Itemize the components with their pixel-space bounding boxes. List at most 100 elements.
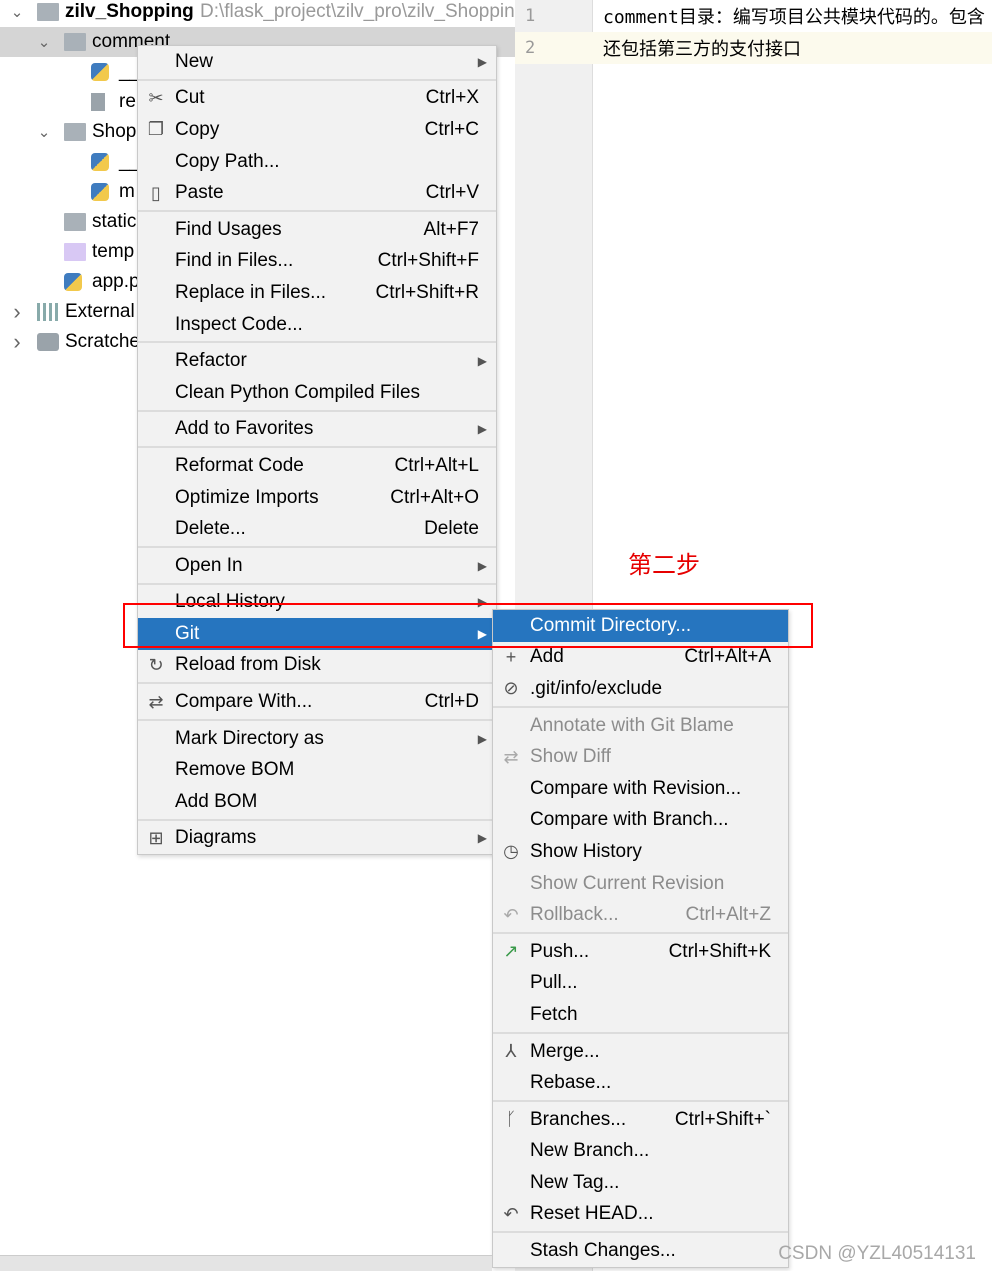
- menu-item-label: Open In: [175, 554, 243, 576]
- menu-item-clean-python-compiled-files[interactable]: Clean Python Compiled Files: [138, 377, 496, 409]
- menu-item-diagrams[interactable]: ⊞ Diagrams ▶: [138, 823, 496, 855]
- menu-item-label: Add to Favorites: [175, 418, 314, 440]
- menu-item-cut[interactable]: ✂ Cut Ctrl+X: [138, 83, 496, 115]
- menu-item-label: Inspect Code...: [175, 313, 303, 335]
- scratches-icon: [37, 333, 59, 351]
- menu-item-label: Show Diff: [530, 746, 611, 768]
- menu-item-label: Reset HEAD...: [530, 1203, 654, 1225]
- menu-item-label: Reformat Code: [175, 454, 304, 476]
- menu-item-reformat-code[interactable]: Reformat Code Ctrl+Alt+L: [138, 450, 496, 482]
- editor-line[interactable]: 2 还包括第三方的支付接口: [515, 32, 992, 64]
- menu-item-find-usages[interactable]: Find Usages Alt+F7: [138, 214, 496, 246]
- reload-icon: ↻: [148, 654, 164, 675]
- package-folder-icon: [64, 33, 86, 51]
- menu-item-stash-changes[interactable]: Stash Changes...: [493, 1235, 788, 1267]
- submenu-arrow-icon: ▶: [477, 558, 487, 573]
- menu-item-optimize-imports[interactable]: Optimize Imports Ctrl+Alt+O: [138, 482, 496, 514]
- menu-item-shortcut: Ctrl+Alt+O: [390, 486, 479, 508]
- menu-item-reset-head[interactable]: ↶ Reset HEAD...: [493, 1199, 788, 1231]
- chevron-right-icon[interactable]: ›: [7, 299, 27, 325]
- python-file-icon: [64, 273, 82, 291]
- menu-item-shortcut: Ctrl+Shift+K: [668, 940, 771, 962]
- menu-item-git-info-exclude[interactable]: ⊘ .git/info/exclude: [493, 673, 788, 705]
- menu-item-label: Delete...: [175, 518, 246, 540]
- chevron-right-icon[interactable]: ›: [7, 329, 27, 355]
- menu-item-label: Find Usages: [175, 218, 282, 240]
- menu-item-label: Cut: [175, 87, 205, 109]
- menu-item-show-history[interactable]: ◷ Show History: [493, 836, 788, 868]
- menu-item-label: Show History: [530, 840, 642, 862]
- chevron-down-icon[interactable]: ⌄: [7, 3, 27, 21]
- menu-item-label: New: [175, 50, 214, 72]
- menu-item-paste[interactable]: ▯ Paste Ctrl+V: [138, 177, 496, 209]
- library-icon: [37, 303, 59, 321]
- line-text[interactable]: 还包括第三方的支付接口: [593, 35, 801, 61]
- submenu-arrow-icon: ▶: [477, 354, 487, 369]
- copy-icon: ❐: [147, 119, 165, 140]
- line-text[interactable]: comment目录：编写项目公共模块代码的。包含: [593, 3, 985, 29]
- tree-item-label: zilv_Shopping: [65, 1, 194, 22]
- tree-item-label: temp: [92, 241, 135, 262]
- ignore-file-icon: ⊘: [503, 678, 519, 699]
- step-annotation: 第二步: [628, 551, 700, 579]
- menu-item-label: Copy: [175, 118, 220, 140]
- menu-item-mark-directory-as[interactable]: Mark Directory as ▶: [138, 723, 496, 755]
- menu-item-merge[interactable]: ⅄ Merge...: [493, 1036, 788, 1068]
- menu-item-replace-in-files[interactable]: Replace in Files... Ctrl+Shift+R: [138, 277, 496, 309]
- menu-item-compare-with-branch[interactable]: Compare with Branch...: [493, 805, 788, 837]
- menu-item-copy[interactable]: ❐ Copy Ctrl+C: [138, 114, 496, 146]
- menu-item-compare-with-revision[interactable]: Compare with Revision...: [493, 773, 788, 805]
- tree-item[interactable]: ⌄ zilv_Shopping D:\flask_project\zilv_pro\…: [0, 0, 515, 27]
- menu-item-new[interactable]: New ▶: [138, 46, 496, 78]
- menu-item-add-bom[interactable]: Add BOM: [138, 786, 496, 818]
- menu-item-inspect-code[interactable]: Inspect Code...: [138, 309, 496, 341]
- menu-item-label: Optimize Imports: [175, 486, 319, 508]
- menu-item-label: Rebase...: [530, 1072, 612, 1094]
- menu-item-new-branch[interactable]: New Branch...: [493, 1136, 788, 1168]
- menu-item-shortcut: Ctrl+D: [424, 691, 479, 713]
- diagram-icon: ⊞: [148, 827, 164, 848]
- horizontal-scrollbar[interactable]: [0, 1255, 492, 1271]
- menu-item-fetch[interactable]: Fetch: [493, 999, 788, 1031]
- menu-item-label: Clean Python Compiled Files: [175, 381, 421, 403]
- reset-icon: ↶: [503, 1203, 519, 1224]
- menu-item-label: Mark Directory as: [175, 727, 324, 749]
- python-file-icon: [91, 153, 109, 171]
- menu-item-new-tag[interactable]: New Tag...: [493, 1167, 788, 1199]
- menu-item-add-to-favorites[interactable]: Add to Favorites ▶: [138, 414, 496, 446]
- menu-item-find-in-files[interactable]: Find in Files... Ctrl+Shift+F: [138, 246, 496, 278]
- tree-item-label: static: [92, 211, 137, 232]
- menu-item-label: Refactor: [175, 350, 247, 372]
- menu-item-shortcut: Alt+F7: [423, 218, 479, 240]
- menu-item-open-in[interactable]: Open In ▶: [138, 550, 496, 582]
- diff-icon: ⇄: [503, 746, 519, 767]
- menu-item-delete[interactable]: Delete... Delete: [138, 513, 496, 545]
- tree-item-label: m: [119, 181, 135, 202]
- menu-item-label: Show Current Revision: [530, 872, 725, 894]
- python-file-icon: [91, 63, 109, 81]
- menu-item-shortcut: Ctrl+Shift+R: [375, 281, 479, 303]
- line-number: 2: [525, 38, 536, 58]
- tree-item-label: re: [119, 91, 136, 112]
- menu-item-remove-bom[interactable]: Remove BOM: [138, 754, 496, 786]
- menu-item-pull[interactable]: Pull...: [493, 968, 788, 1000]
- scissors-icon: ✂: [148, 87, 164, 108]
- chevron-down-icon[interactable]: ⌄: [34, 33, 54, 51]
- menu-item-label: New Branch...: [530, 1140, 650, 1162]
- tree-item-label: Shop: [92, 121, 137, 142]
- menu-item-refactor[interactable]: Refactor ▶: [138, 345, 496, 377]
- menu-item-push[interactable]: ↗ Push... Ctrl+Shift+K: [493, 936, 788, 968]
- menu-item-compare-with[interactable]: ⇄ Compare With... Ctrl+D: [138, 686, 496, 718]
- menu-item-label: Merge...: [530, 1040, 600, 1062]
- editor-line[interactable]: 1 comment目录：编写项目公共模块代码的。包含: [515, 0, 992, 32]
- text-file-icon: [91, 93, 105, 111]
- tree-item-label: External: [65, 301, 135, 322]
- menu-item-reload-from-disk[interactable]: ↻ Reload from Disk: [138, 650, 496, 682]
- push-arrow-icon: ↗: [503, 941, 519, 962]
- chevron-down-icon[interactable]: ⌄: [34, 123, 54, 141]
- menu-item-label: Compare with Branch...: [530, 809, 729, 831]
- menu-item-label: .git/info/exclude: [530, 677, 663, 699]
- menu-item-copy-path[interactable]: Copy Path...: [138, 146, 496, 178]
- menu-item-branches[interactable]: ᚴ Branches... Ctrl+Shift+`: [493, 1104, 788, 1136]
- menu-item-rebase[interactable]: Rebase...: [493, 1067, 788, 1099]
